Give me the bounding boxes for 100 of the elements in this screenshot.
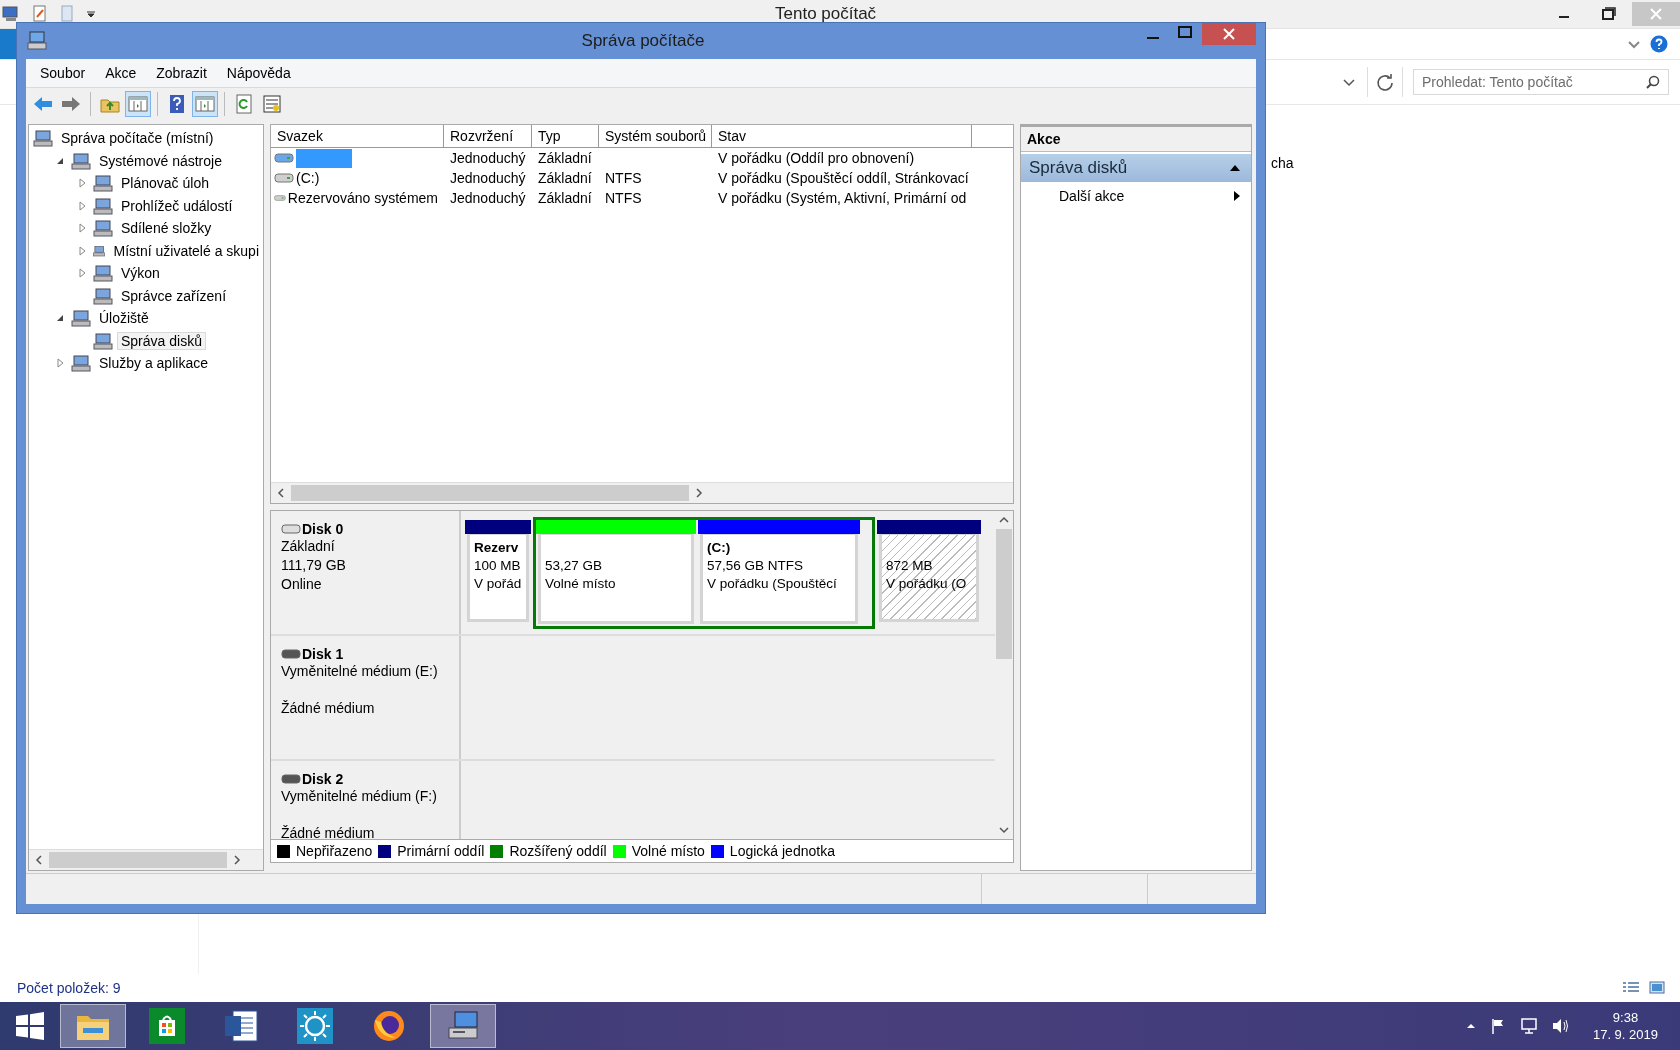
computer-icon[interactable] xyxy=(2,6,20,22)
volume-icon[interactable] xyxy=(1550,1017,1571,1035)
tree-node-icon xyxy=(71,151,91,170)
item-label[interactable]: cha xyxy=(1271,155,1294,171)
expand-icon[interactable] xyxy=(77,223,87,234)
disk-status: Online xyxy=(281,575,323,594)
menu-item[interactable]: Akce xyxy=(95,65,147,81)
expand-icon[interactable] xyxy=(77,245,87,256)
status-text: Počet položek: 9 xyxy=(17,980,121,996)
disk-type: Základní xyxy=(281,537,336,556)
expand-icon[interactable] xyxy=(55,358,65,369)
partition-header-bar xyxy=(465,520,531,534)
partition-block[interactable]: (C:) 57,56 GB NTFS V pořádku (Spouštěcí xyxy=(700,534,858,624)
column-header[interactable]: Typ xyxy=(532,125,599,147)
tree-node-icon xyxy=(71,309,91,328)
partition-block[interactable]: 872 MB V pořádku (O xyxy=(879,534,979,622)
tree-item[interactable]: Správa počítače (místní) xyxy=(57,129,218,148)
table-cell: Jednoduchý xyxy=(450,170,526,186)
tree-item[interactable]: Místní uživatelé a skupi xyxy=(109,241,263,260)
table-cell: (C:) xyxy=(296,170,320,186)
scroll-right-icon[interactable] xyxy=(233,855,241,865)
sun-icon[interactable] xyxy=(295,1008,335,1044)
partition-size: 872 MB xyxy=(886,557,934,575)
menu-item[interactable]: Zobrazit xyxy=(146,65,217,81)
new-folder-icon[interactable] xyxy=(60,5,74,23)
column-header[interactable]: Svazek xyxy=(271,125,444,147)
expand-icon[interactable] xyxy=(77,200,87,211)
tree-item[interactable]: Správa disků xyxy=(117,331,206,350)
table-cell: NTFS xyxy=(605,190,642,206)
tree-item[interactable]: Prohlížeč událostí xyxy=(117,196,237,215)
expand-icon[interactable] xyxy=(77,268,87,279)
partition-size: 57,56 GB NTFS xyxy=(707,557,805,575)
tree-item[interactable]: Výkon xyxy=(117,264,164,283)
dropdown-icon[interactable] xyxy=(86,9,96,19)
submenu-arrow-icon xyxy=(1233,190,1241,202)
disk-info-panel[interactable]: Disk 1 Vyměnitelné médium (E:) Žádné médium xyxy=(271,636,461,759)
disk-status: Žádné médium xyxy=(281,699,376,718)
network-icon[interactable] xyxy=(1518,1017,1539,1035)
section-header[interactable]: Správa disků xyxy=(1021,154,1251,182)
computer-app-button[interactable] xyxy=(430,1004,496,1048)
help-icon[interactable] xyxy=(1650,35,1668,53)
disk-size: 111,79 GB xyxy=(281,556,347,575)
tree-node-icon xyxy=(93,264,113,283)
tree-item[interactable]: Služby a aplikace xyxy=(95,354,212,373)
tree-item[interactable]: Správce zařízení xyxy=(117,286,231,305)
tree-item[interactable]: Systémové nástroje xyxy=(95,151,226,170)
scroll-up-icon[interactable] xyxy=(999,516,1009,524)
clock-date[interactable]: 17. 9. 2019 xyxy=(1592,1026,1658,1043)
table-cell: NTFS xyxy=(605,170,642,186)
collapse-icon[interactable] xyxy=(1229,164,1241,172)
menu-item[interactable]: Nápověda xyxy=(216,65,301,81)
partition-block[interactable]: Rezerv 100 MB V pořád xyxy=(467,534,529,622)
scroll-left-icon[interactable] xyxy=(35,855,43,865)
tree-item[interactable]: Plánovač úloh xyxy=(117,174,213,193)
table-cell: Základní xyxy=(538,150,592,166)
tree-node-icon xyxy=(93,196,113,215)
search-field[interactable]: Prohledat: Tento počítač xyxy=(1413,69,1669,95)
column-header[interactable]: Systém souborů xyxy=(599,125,712,147)
disk-info-panel[interactable]: Disk 0 Základní 111,79 GB Online xyxy=(271,511,461,634)
horizontal-scrollbar[interactable] xyxy=(271,482,1013,503)
scroll-right-icon[interactable] xyxy=(695,488,703,498)
close-button[interactable] xyxy=(1202,23,1256,45)
table-cell: V pořádku (Systém, Aktivní, Primární od xyxy=(718,190,967,206)
table-cell: Základní xyxy=(538,170,592,186)
partition-name: Rezerv xyxy=(474,540,519,555)
pane-header: Akce xyxy=(1021,127,1251,152)
partition-status: Volné místo xyxy=(545,575,617,593)
disk-name: Disk 1 xyxy=(302,646,344,662)
expand-icon[interactable] xyxy=(77,178,87,189)
collapse-icon[interactable] xyxy=(55,313,65,324)
disk-info-panel[interactable]: Disk 2 Vyměnitelné médium (F:) Žádné médium xyxy=(271,761,461,839)
legend-label: Primární oddíl xyxy=(397,843,485,859)
legend-label: Rozšířený oddíl xyxy=(509,843,607,859)
column-header[interactable]: Stav xyxy=(712,125,972,147)
action-item[interactable]: Další akce xyxy=(1021,182,1251,208)
partition-size: 100 MB xyxy=(474,557,522,575)
horizontal-scrollbar[interactable] xyxy=(29,849,263,870)
disk-name: Disk 0 xyxy=(302,521,344,537)
tree-item[interactable]: Úložiště xyxy=(95,309,153,328)
app-icon[interactable] xyxy=(26,31,48,51)
selection-highlight[interactable] xyxy=(296,148,352,168)
shopping-bag-icon[interactable] xyxy=(147,1008,187,1044)
clock-time[interactable]: 9:38 xyxy=(1612,1009,1639,1026)
scroll-left-icon[interactable] xyxy=(277,488,285,498)
menu-item[interactable]: Soubor xyxy=(30,65,96,81)
table-cell: Jednoduchý xyxy=(450,190,526,206)
extended-partition[interactable]: 53,27 GB Volné místo (C:) 57,56 GB NTFS V pořádku (Spouštěcí xyxy=(533,517,875,629)
partition-block[interactable]: 53,27 GB Volné místo xyxy=(538,534,694,624)
partition-status: V pořádku (O xyxy=(886,575,968,593)
vertical-scrollbar[interactable] xyxy=(995,511,1013,839)
refresh-icon[interactable] xyxy=(1367,67,1403,97)
table-cell: V pořádku (Spouštěcí oddíl, Stránkovací xyxy=(718,170,969,186)
tree-item[interactable]: Sdílené složky xyxy=(117,219,216,238)
search-icon[interactable] xyxy=(1646,75,1660,89)
column-header[interactable]: Rozvržení xyxy=(444,125,532,147)
properties-icon[interactable] xyxy=(32,5,48,23)
table-cell: Základní xyxy=(538,190,592,206)
large-icons-view-icon[interactable] xyxy=(1648,980,1666,996)
scroll-down-icon[interactable] xyxy=(999,826,1009,834)
legend-label: Logická jednotka xyxy=(729,843,835,859)
